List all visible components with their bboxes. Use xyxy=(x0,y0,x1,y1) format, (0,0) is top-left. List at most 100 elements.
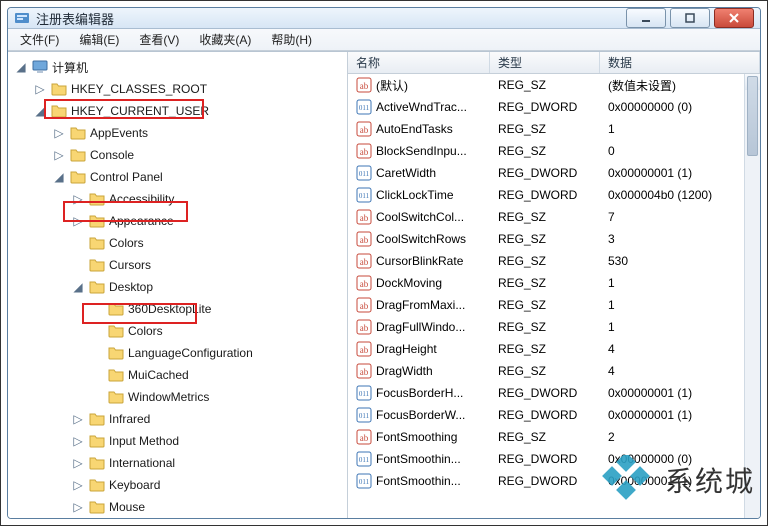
value-row[interactable]: abCoolSwitchCol...REG_SZ7 xyxy=(348,206,760,228)
value-row[interactable]: 011FontSmoothin...REG_DWORD0x00000001 (1… xyxy=(348,470,760,492)
tree-hkcr[interactable]: ▷HKEY_CLASSES_ROOT xyxy=(33,78,347,100)
expander-icon[interactable]: ◢ xyxy=(52,170,66,184)
expander-icon[interactable]: ▷ xyxy=(52,126,66,140)
value-row[interactable]: 011ActiveWndTrac...REG_DWORD0x00000000 (… xyxy=(348,96,760,118)
value-row[interactable]: abBlockSendInpu...REG_SZ0 xyxy=(348,140,760,162)
value-row[interactable]: 011FocusBorderH...REG_DWORD0x00000001 (1… xyxy=(348,382,760,404)
tree-colors[interactable]: ▷Colors xyxy=(71,232,347,254)
folder-icon xyxy=(70,169,86,185)
folder-icon xyxy=(70,125,86,141)
value-row[interactable]: abAutoEndTasksREG_SZ1 xyxy=(348,118,760,140)
binary-value-icon: 011 xyxy=(356,385,372,401)
expander-icon[interactable]: ▷ xyxy=(33,82,47,96)
string-value-icon: ab xyxy=(356,297,372,313)
expander-icon[interactable]: ▷ xyxy=(71,434,85,448)
value-row[interactable]: abDragFromMaxi...REG_SZ1 xyxy=(348,294,760,316)
expander-icon[interactable]: ◢ xyxy=(14,60,28,74)
expander-icon[interactable]: ▷ xyxy=(71,456,85,470)
value-data: 7 xyxy=(600,210,760,224)
value-row[interactable]: abCursorBlinkRateREG_SZ530 xyxy=(348,250,760,272)
tree-360desktoplite[interactable]: ▷360DesktopLite xyxy=(90,298,347,320)
scroll-thumb[interactable] xyxy=(747,76,758,156)
tree-keyboard[interactable]: ▷Keyboard xyxy=(71,474,347,496)
titlebar[interactable]: 注册表编辑器 xyxy=(8,8,760,29)
tree-accessibility[interactable]: ▷Accessibility xyxy=(71,188,347,210)
tree-windowmetrics[interactable]: ▷WindowMetrics xyxy=(90,386,347,408)
vertical-scrollbar[interactable]: ▴ ▾ xyxy=(744,74,760,519)
value-row[interactable]: abDockMovingREG_SZ1 xyxy=(348,272,760,294)
value-name: CoolSwitchCol... xyxy=(376,210,464,224)
menu-help[interactable]: 帮助(H) xyxy=(263,29,320,50)
value-name: FocusBorderW... xyxy=(376,408,465,422)
expander-icon[interactable]: ◢ xyxy=(33,104,47,118)
value-name: CursorBlinkRate xyxy=(376,254,463,268)
folder-icon xyxy=(108,345,124,361)
tree-pane[interactable]: ◢ 计算机 ▷HKEY_CLASSES_ROOT ◢HKEY_CURRENT_U… xyxy=(8,52,348,519)
tree-desktop[interactable]: ◢Desktop xyxy=(71,276,347,298)
value-type: REG_SZ xyxy=(490,364,600,378)
value-row[interactable]: abFontSmoothingREG_SZ2 xyxy=(348,426,760,448)
value-row[interactable]: abCoolSwitchRowsREG_SZ3 xyxy=(348,228,760,250)
column-data[interactable]: 数据 xyxy=(600,52,760,73)
value-data: 0x00000001 (1) xyxy=(600,474,760,488)
value-row[interactable]: ab(默认)REG_SZ(数值未设置) xyxy=(348,74,760,96)
close-button[interactable] xyxy=(714,8,754,28)
tree-infrared[interactable]: ▷Infrared xyxy=(71,408,347,430)
column-type[interactable]: 类型 xyxy=(490,52,600,73)
menu-file[interactable]: 文件(F) xyxy=(12,29,67,50)
column-name[interactable]: 名称 xyxy=(348,52,490,73)
value-row[interactable]: 011FocusBorderW...REG_DWORD0x00000001 (1… xyxy=(348,404,760,426)
tree-appearance[interactable]: ▷Appearance xyxy=(71,210,347,232)
minimize-button[interactable] xyxy=(626,8,666,28)
value-row[interactable]: ab DragFullWindo... REG_SZ1 xyxy=(348,316,760,338)
menu-favorites[interactable]: 收藏夹(A) xyxy=(191,29,259,50)
expander-icon[interactable]: ▷ xyxy=(71,500,85,514)
tree-root[interactable]: ◢ 计算机 xyxy=(14,56,347,78)
value-row[interactable]: 011CaretWidthREG_DWORD0x00000001 (1) xyxy=(348,162,760,184)
value-data: 1 xyxy=(600,320,760,334)
tree-appevents[interactable]: ▷AppEvents xyxy=(52,122,347,144)
expander-icon[interactable]: ▷ xyxy=(71,192,85,206)
string-value-icon: ab xyxy=(356,77,372,93)
expander-icon[interactable]: ▷ xyxy=(52,148,66,162)
value-data: 2 xyxy=(600,430,760,444)
tree-languageconfig[interactable]: ▷LanguageConfiguration xyxy=(90,342,347,364)
value-name: DragFullWindo... xyxy=(376,320,465,334)
menu-edit[interactable]: 编辑(E) xyxy=(71,29,127,50)
tree-control-panel[interactable]: ◢Control Panel xyxy=(52,166,347,188)
svg-text:ab: ab xyxy=(360,125,369,135)
tree-muicached[interactable]: ▷MuiCached xyxy=(90,364,347,386)
binary-value-icon: 011 xyxy=(356,165,372,181)
expander-icon[interactable]: ◢ xyxy=(71,280,85,294)
expander-icon[interactable]: ▷ xyxy=(71,214,85,228)
tree-international[interactable]: ▷International xyxy=(71,452,347,474)
value-row[interactable]: 011FontSmoothin...REG_DWORD0x00000000 (0… xyxy=(348,448,760,470)
value-type: REG_SZ xyxy=(490,320,600,334)
tree-input-method[interactable]: ▷Input Method xyxy=(71,430,347,452)
tree-console[interactable]: ▷Console xyxy=(52,144,347,166)
tree-desktop-colors[interactable]: ▷Colors xyxy=(90,320,347,342)
values-pane: 名称 类型 数据 ab(默认)REG_SZ(数值未设置)011ActiveWnd… xyxy=(348,52,760,519)
expander-icon[interactable]: ▷ xyxy=(71,478,85,492)
svg-text:ab: ab xyxy=(360,345,369,355)
list-body[interactable]: ab(默认)REG_SZ(数值未设置)011ActiveWndTrac...RE… xyxy=(348,74,760,519)
value-row[interactable]: abDragWidthREG_SZ4 xyxy=(348,360,760,382)
tree-personalization[interactable]: ▷Personalization xyxy=(71,518,347,519)
value-type: REG_DWORD xyxy=(490,188,600,202)
tree-hkcu[interactable]: ◢HKEY_CURRENT_USER xyxy=(33,100,347,122)
tree-mouse[interactable]: ▷Mouse xyxy=(71,496,347,518)
string-value-icon: ab xyxy=(356,231,372,247)
menu-view[interactable]: 查看(V) xyxy=(131,29,187,50)
value-name: FontSmoothin... xyxy=(376,452,461,466)
value-row[interactable]: abDragHeightREG_SZ4 xyxy=(348,338,760,360)
maximize-button[interactable] xyxy=(670,8,710,28)
value-name: FontSmoothin... xyxy=(376,474,461,488)
tree-cursors[interactable]: ▷Cursors xyxy=(71,254,347,276)
value-row[interactable]: 011ClickLockTimeREG_DWORD0x000004b0 (120… xyxy=(348,184,760,206)
svg-text:ab: ab xyxy=(360,323,369,333)
expander-icon[interactable]: ▷ xyxy=(71,412,85,426)
list-header: 名称 类型 数据 xyxy=(348,52,760,74)
string-value-icon: ab xyxy=(356,363,372,379)
app-icon xyxy=(14,10,30,26)
value-type: REG_SZ xyxy=(490,430,600,444)
